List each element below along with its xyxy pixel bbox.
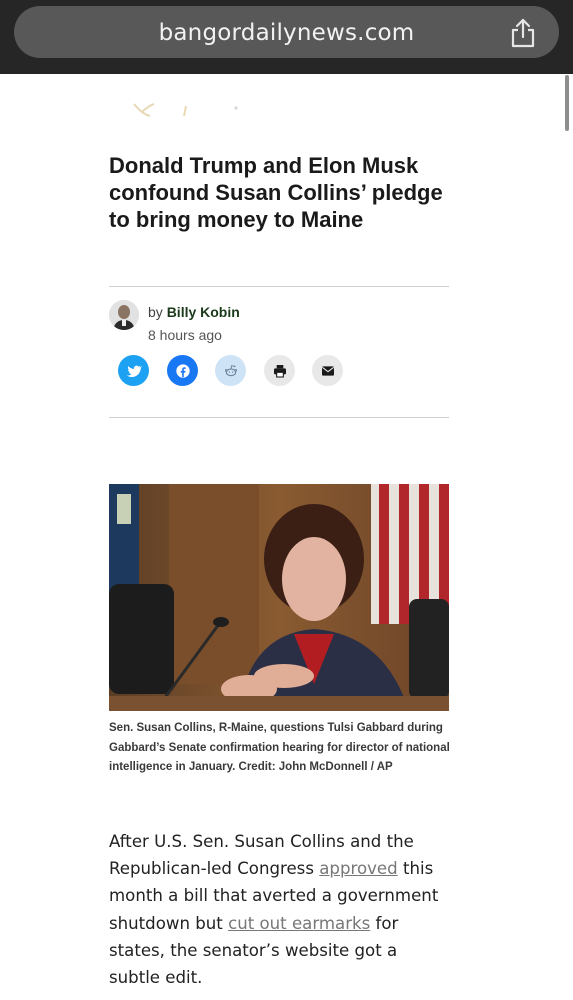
author-avatar[interactable] bbox=[109, 300, 139, 330]
divider-bottom bbox=[109, 417, 449, 418]
print-icon bbox=[273, 364, 286, 378]
byline-prefix: by bbox=[148, 304, 163, 320]
browser-toolbar: bangordailynews.com bbox=[0, 0, 573, 74]
print-button[interactable] bbox=[264, 355, 295, 386]
email-button[interactable] bbox=[312, 355, 343, 386]
divider-top bbox=[109, 286, 449, 287]
article-photo[interactable] bbox=[109, 484, 449, 711]
article-title: Donald Trump and Elon Musk confound Susa… bbox=[109, 153, 443, 232]
facebook-icon bbox=[175, 363, 190, 378]
twitter-icon bbox=[126, 365, 142, 377]
photo-caption: Sen. Susan Collins, R-Maine, questions T… bbox=[109, 722, 450, 773]
article-body-paragraph: After U.S. Sen. Susan Collins and the Re… bbox=[109, 828, 449, 991]
approved-link[interactable]: approved bbox=[319, 859, 397, 878]
email-icon bbox=[321, 365, 334, 376]
author-link[interactable]: Billy Kobin bbox=[167, 304, 240, 320]
reddit-icon bbox=[224, 364, 237, 376]
share-reddit-button[interactable] bbox=[215, 355, 246, 386]
share-icon[interactable] bbox=[509, 18, 537, 48]
timestamp: 8 hours ago bbox=[148, 327, 222, 343]
url-text[interactable]: bangordailynews.com bbox=[14, 20, 559, 46]
author-photo bbox=[109, 300, 139, 330]
byline: by Billy Kobin bbox=[148, 304, 240, 320]
earmarks-link[interactable]: cut out earmarks bbox=[228, 914, 370, 933]
scrollbar[interactable] bbox=[565, 75, 569, 131]
share-twitter-button[interactable] bbox=[118, 355, 149, 386]
share-facebook-button[interactable] bbox=[167, 355, 198, 386]
hearing-photo-illustration bbox=[109, 484, 449, 711]
address-bar[interactable]: bangordailynews.com bbox=[14, 6, 559, 58]
logo-fragment bbox=[133, 103, 238, 117]
